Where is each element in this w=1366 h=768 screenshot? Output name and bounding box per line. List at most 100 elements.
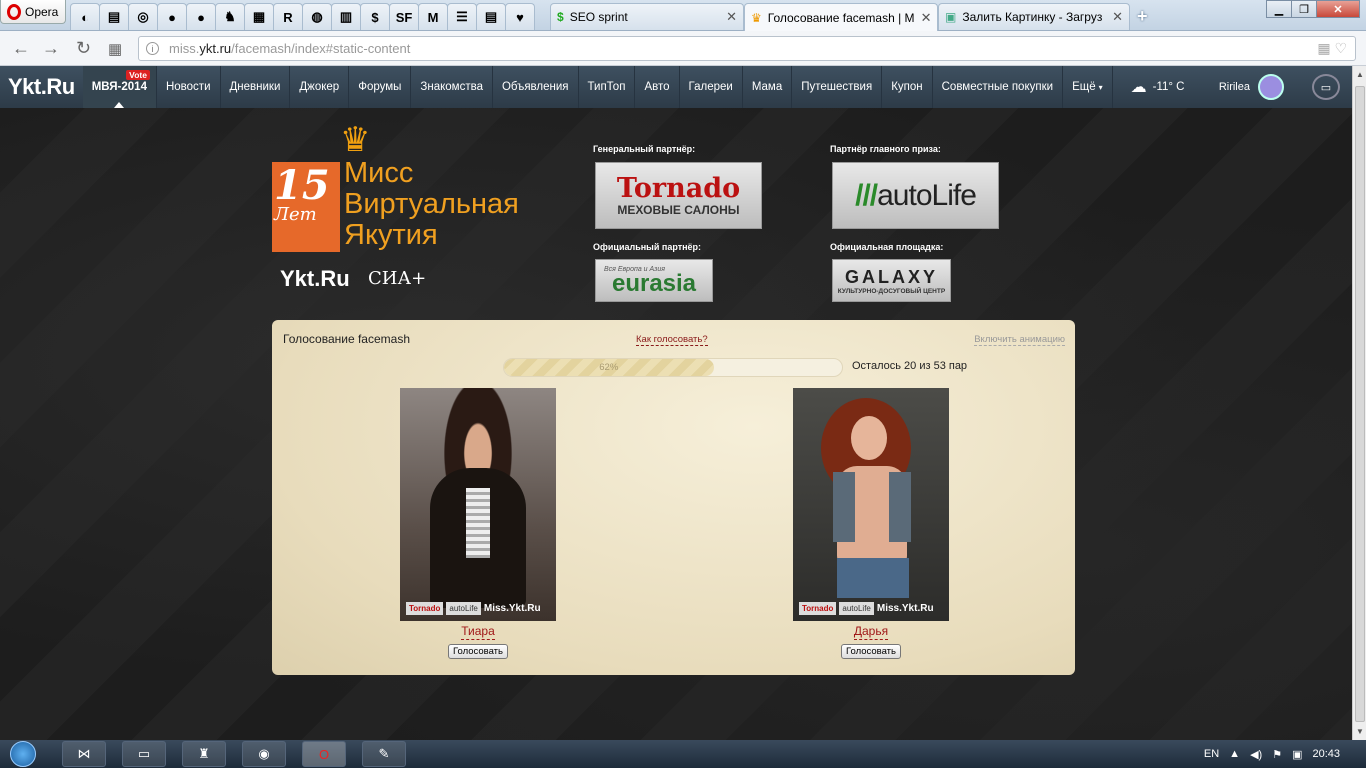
candidate-name-link[interactable]: Дарья bbox=[853, 624, 889, 640]
clock[interactable]: 20:43 bbox=[1312, 748, 1340, 760]
nav-item-forums[interactable]: Форумы bbox=[349, 66, 412, 108]
voting-panel: Голосование facemash Как голосовать? Вкл… bbox=[272, 320, 1075, 675]
scroll-up-icon[interactable]: ▲ bbox=[1356, 70, 1364, 79]
browser-tab-bar: Opera ◐ ▤ ◎ ● ● ♞ ▦ R ◍ ▥ $ SF M ☰ ▤ ♥ $ SEO sprint ✕ ♛… bbox=[0, 0, 1366, 31]
owl-icon[interactable]: ♞ bbox=[215, 3, 245, 30]
vote-badge: Vote bbox=[126, 70, 150, 80]
watermark-tornado: Tornado bbox=[406, 602, 444, 615]
nav-item-dating[interactable]: Знакомства bbox=[411, 66, 493, 108]
tab-label: Голосование facemash | M bbox=[767, 10, 915, 25]
qr-icon[interactable]: ▦ bbox=[244, 3, 274, 30]
nav-item-travel[interactable]: Путешествия bbox=[792, 66, 883, 108]
nav-item-auto[interactable]: Авто bbox=[635, 66, 680, 108]
remaining-pairs: Осталось 20 из 53 пар bbox=[852, 360, 968, 372]
nav-item-coupon[interactable]: Купон bbox=[882, 66, 933, 108]
doc-icon[interactable]: ▤ bbox=[476, 3, 506, 30]
enable-animation-link[interactable]: Включить анимацию bbox=[974, 334, 1065, 346]
language-indicator[interactable]: EN bbox=[1204, 748, 1219, 760]
site-info-icon[interactable]: i bbox=[146, 42, 159, 55]
dollar-icon[interactable]: $ bbox=[360, 3, 390, 30]
watermark-autolife: autoLife bbox=[839, 602, 874, 615]
galaxy-logo[interactable]: GALAXY КУЛЬТУРНО-ДОСУГОВЫЙ ЦЕНТР bbox=[832, 259, 951, 302]
tab-close-icon[interactable]: ✕ bbox=[921, 10, 932, 26]
nav-item-tiptop[interactable]: ТипТоп bbox=[579, 66, 636, 108]
site-logo[interactable]: Ykt.Ru bbox=[0, 74, 83, 100]
general-partner-label: Генеральный партнёр: bbox=[593, 144, 696, 154]
flag-icon[interactable]: ⚑ bbox=[1272, 748, 1282, 761]
nav-item-diaries[interactable]: Дневники bbox=[221, 66, 291, 108]
game-icon[interactable]: ♜ bbox=[182, 741, 226, 767]
candidate-photo[interactable]: Tornado autoLife Miss.Ykt.Ru bbox=[793, 388, 949, 621]
m-icon[interactable]: M bbox=[418, 3, 448, 30]
vote-button[interactable]: Голосовать bbox=[448, 644, 508, 659]
apple-icon[interactable]: ◎ bbox=[128, 3, 158, 30]
restore-icon[interactable]: ❐ bbox=[1291, 0, 1317, 18]
minimize-icon[interactable]: ▁ bbox=[1266, 0, 1292, 18]
nav-item-ads[interactable]: Объявления bbox=[493, 66, 579, 108]
how-to-vote-link[interactable]: Как голосовать? bbox=[636, 334, 708, 346]
logo-title-line: Якутия bbox=[344, 219, 438, 251]
url-input[interactable]: i miss. ykt.ru/facemash/index#static-cont… bbox=[138, 36, 1356, 61]
photo-watermark: Tornado autoLife Miss.Ykt.Ru bbox=[799, 602, 934, 615]
sf-icon[interactable]: SF bbox=[389, 3, 419, 30]
tornado-logo[interactable]: Tornado МЕХОВЫЕ САЛОНЫ bbox=[595, 162, 762, 229]
address-bar: ← → ↻ ▦ i miss. ykt.ru/facemash/index#sta… bbox=[0, 31, 1366, 66]
opera-taskbar-icon[interactable]: O bbox=[302, 741, 346, 767]
r-icon[interactable]: R bbox=[273, 3, 303, 30]
scrollbar-thumb[interactable] bbox=[1355, 86, 1365, 722]
close-window-icon[interactable]: ✕ bbox=[1316, 0, 1360, 18]
back-icon[interactable]: ← bbox=[12, 38, 30, 59]
nav-item-group-buy[interactable]: Совместные покупки bbox=[933, 66, 1064, 108]
autolife-slashes-icon: /// bbox=[855, 178, 878, 212]
chart-icon[interactable]: ▥ bbox=[331, 3, 361, 30]
tab-facemash[interactable]: ♛ Голосование facemash | M ✕ bbox=[744, 3, 938, 31]
ie-icon[interactable]: ◐ bbox=[70, 3, 100, 30]
bookmark-heart-icon[interactable]: ▦ ♡ bbox=[1317, 40, 1347, 57]
heart-icon[interactable]: ♥ bbox=[505, 3, 535, 30]
tray-expand-icon[interactable]: ▲ bbox=[1229, 748, 1240, 760]
autolife-name-b: Life bbox=[931, 178, 977, 212]
nav-item-news[interactable]: Новости bbox=[157, 66, 221, 108]
new-tab-button[interactable]: + bbox=[1137, 6, 1148, 27]
network-icon[interactable]: ▣ bbox=[1292, 748, 1302, 761]
page-scrollbar[interactable]: ▲ ▼ bbox=[1352, 66, 1366, 740]
candidate-photo[interactable]: Tornado autoLife Miss.Ykt.Ru bbox=[400, 388, 556, 621]
scroll-down-icon[interactable]: ▼ bbox=[1356, 727, 1364, 736]
messages-icon[interactable]: ▭ bbox=[1312, 74, 1340, 100]
windows-taskbar: ⋈ ▭ ♜ ◉ O ✎ EN ▲ ◀) ⚑ ▣ 20:43 bbox=[0, 740, 1366, 768]
nav-item-mama[interactable]: Мама bbox=[743, 66, 793, 108]
paint-icon[interactable]: ✎ bbox=[362, 741, 406, 767]
weather-widget[interactable]: ☁ -11° C bbox=[1131, 77, 1185, 97]
volume-icon[interactable]: ◀) bbox=[1250, 748, 1262, 761]
autolife-logo[interactable]: ///autoLife bbox=[832, 162, 999, 229]
sia-logo: СИА+ bbox=[368, 268, 427, 289]
peach-icon[interactable]: ● bbox=[186, 3, 216, 30]
avatar[interactable] bbox=[1258, 74, 1284, 100]
start-button[interactable] bbox=[0, 740, 46, 768]
eurasia-logo[interactable]: Вся Европа и Азия eurasia bbox=[595, 259, 713, 302]
chrome-icon[interactable]: ◉ bbox=[242, 741, 286, 767]
nav-item-more[interactable]: Ещё ▾ bbox=[1063, 66, 1113, 108]
user-menu[interactable]: Ririlea bbox=[1219, 66, 1284, 108]
tab-upload-image[interactable]: ▣ Залить Картинку - Загруз ✕ bbox=[938, 3, 1130, 30]
doc-icon[interactable]: ▤ bbox=[99, 3, 129, 30]
forward-icon[interactable]: → bbox=[42, 38, 60, 59]
reload-icon[interactable]: ↻ bbox=[76, 38, 91, 59]
nav-item-joker[interactable]: Джокер bbox=[290, 66, 350, 108]
vote-button[interactable]: Голосовать bbox=[841, 644, 901, 659]
peach-icon[interactable]: ● bbox=[157, 3, 187, 30]
logo-15-years: 15 Лет bbox=[272, 162, 340, 252]
tab-seo-sprint[interactable]: $ SEO sprint ✕ bbox=[550, 3, 744, 30]
list-icon[interactable]: ☰ bbox=[447, 3, 477, 30]
venue-label: Официальная площадка: bbox=[830, 242, 944, 252]
globe-icon[interactable]: ◍ bbox=[302, 3, 332, 30]
speed-dial-icon[interactable]: ▦ bbox=[108, 40, 122, 58]
contest-logo[interactable]: ♛ 15 Лет Мисс Виртуальная Якутия Ykt.Ru … bbox=[272, 120, 552, 300]
tab-close-icon[interactable]: ✕ bbox=[726, 9, 737, 25]
nav-item-galleries[interactable]: Галереи bbox=[680, 66, 743, 108]
opera-menu-button[interactable]: Opera bbox=[0, 0, 66, 24]
tab-close-icon[interactable]: ✕ bbox=[1112, 9, 1123, 25]
candidate-name-link[interactable]: Тиара bbox=[461, 624, 495, 640]
explorer-icon[interactable]: ▭ bbox=[122, 741, 166, 767]
visual-studio-icon[interactable]: ⋈ bbox=[62, 741, 106, 767]
